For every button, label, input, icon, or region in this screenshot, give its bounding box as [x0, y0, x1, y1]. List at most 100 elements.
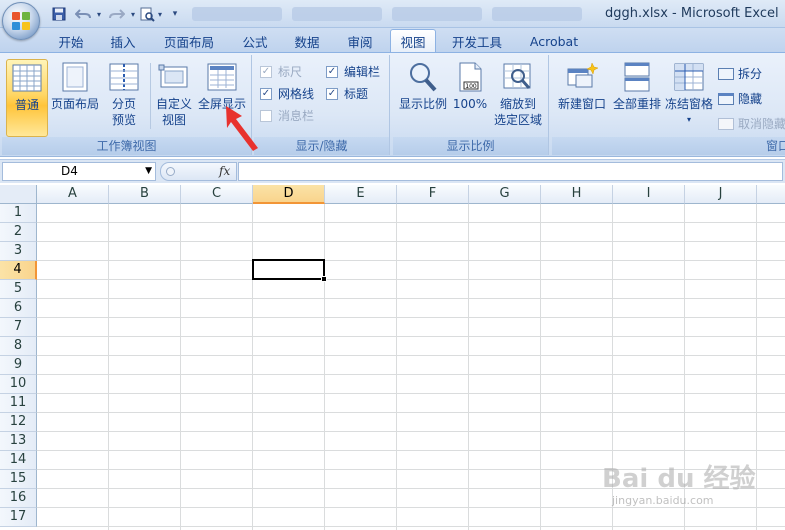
gridline-horizontal: [37, 355, 785, 356]
row-header-5[interactable]: 5: [0, 280, 37, 299]
customize-qat-icon[interactable]: ▾: [170, 5, 180, 23]
name-box[interactable]: D4 ▼: [2, 162, 156, 181]
new-window-button[interactable]: 新建窗口: [554, 59, 610, 137]
message-bar-label: 消息栏: [278, 109, 315, 123]
tab-insert[interactable]: 插入: [102, 31, 144, 52]
column-header-f[interactable]: F: [397, 185, 469, 204]
row-header-3[interactable]: 3: [0, 242, 37, 261]
column-header-h[interactable]: H: [541, 185, 613, 204]
redo-icon[interactable]: [106, 5, 128, 23]
row-header-12[interactable]: 12: [0, 413, 37, 432]
insert-function-icon[interactable]: fx: [219, 164, 230, 178]
undo-dropdown-icon[interactable]: ▾: [94, 5, 104, 23]
arrange-all-button[interactable]: 全部重排: [610, 59, 664, 137]
expand-circle-icon[interactable]: [166, 167, 175, 176]
tab-data[interactable]: 数据: [286, 31, 328, 52]
message-bar-checkbox[interactable]: 消息栏: [260, 107, 314, 124]
page-layout-icon: [59, 61, 91, 93]
gridline-horizontal: [37, 412, 785, 413]
gridline-horizontal: [37, 336, 785, 337]
row-header-2[interactable]: 2: [0, 223, 37, 242]
row-header-14[interactable]: 14: [0, 451, 37, 470]
select-all-corner[interactable]: [0, 185, 37, 204]
save-icon[interactable]: [50, 5, 68, 23]
formula-input[interactable]: [238, 162, 783, 181]
unhide-icon: [718, 117, 734, 130]
row-header-11[interactable]: 11: [0, 394, 37, 413]
row-header-7[interactable]: 7: [0, 318, 37, 337]
freeze-panes-label: 冻结窗格: [664, 97, 713, 111]
zoom-selection-label-2: 选定区域: [493, 113, 542, 127]
blurred-taskbar-item: [292, 7, 382, 21]
split-button[interactable]: 拆分: [718, 65, 762, 82]
tab-home[interactable]: 开始: [50, 31, 92, 52]
watermark: Bai du 经验: [602, 464, 756, 494]
row-header-15[interactable]: 15: [0, 470, 37, 489]
freeze-panes-button[interactable]: 冻结窗格 ▾: [664, 59, 714, 137]
column-header-d[interactable]: D: [253, 185, 325, 204]
row-header-10[interactable]: 10: [0, 375, 37, 394]
tab-review[interactable]: 审阅: [338, 31, 382, 52]
undo-icon[interactable]: [72, 5, 94, 23]
column-header-i[interactable]: I: [613, 185, 685, 204]
page-break-preview-button[interactable]: 分页 预览: [102, 59, 146, 137]
gridlines-check-icon: ✓: [260, 87, 272, 100]
row-header-9[interactable]: 9: [0, 356, 37, 375]
blurred-taskbar-item: [192, 7, 282, 21]
tab-view[interactable]: 视图: [390, 29, 436, 53]
tab-formulas[interactable]: 公式: [234, 31, 276, 52]
preview-dropdown-icon[interactable]: ▾: [156, 5, 164, 23]
name-box-dropdown-icon[interactable]: ▼: [145, 163, 152, 180]
full-screen-icon: [206, 61, 238, 93]
unhide-window-button[interactable]: 取消隐藏: [718, 115, 785, 132]
column-header-a[interactable]: A: [37, 185, 109, 204]
freeze-panes-dropdown-icon[interactable]: ▾: [687, 112, 691, 128]
office-logo-icon: [12, 12, 30, 30]
formula-bar-controls: fx: [160, 162, 237, 181]
zoom-100-button[interactable]: 100 100%: [451, 59, 489, 137]
print-preview-icon[interactable]: [138, 5, 156, 23]
ruler-checkbox[interactable]: ✓ 标尺: [260, 63, 302, 80]
column-header-j[interactable]: J: [685, 185, 757, 204]
tab-acrobat[interactable]: Acrobat: [522, 31, 586, 52]
column-header-e[interactable]: E: [325, 185, 397, 204]
column-header-partial[interactable]: [757, 185, 785, 204]
tab-page-layout[interactable]: 页面布局: [158, 31, 220, 52]
active-cell[interactable]: [252, 259, 325, 280]
row-header-13[interactable]: 13: [0, 432, 37, 451]
tab-developer[interactable]: 开发工具: [446, 31, 508, 52]
ribbon: 普通 页面布局 分页 预览 自定义 视图 全屏显示 工作簿视图 ✓ 标尺 ✓ 网…: [0, 52, 785, 157]
row-header-1[interactable]: 1: [0, 204, 37, 223]
page-layout-view-button[interactable]: 页面布局: [50, 59, 100, 137]
row-header-4[interactable]: 4: [0, 261, 37, 280]
gridlines-checkbox[interactable]: ✓ 网格线: [260, 85, 314, 102]
column-header-b[interactable]: B: [109, 185, 181, 204]
ribbon-tab-bar: 开始 插入 页面布局 公式 数据 审阅 视图 开发工具 Acrobat: [0, 28, 785, 53]
row-header-17[interactable]: 17: [0, 508, 37, 527]
gridline-horizontal: [37, 393, 785, 394]
formula-bar-checkbox[interactable]: ✓ 编辑栏: [326, 63, 380, 80]
gridline-horizontal: [37, 374, 785, 375]
freeze-panes-icon: [673, 61, 705, 93]
gridline-horizontal: [37, 450, 785, 451]
custom-views-button[interactable]: 自定义 视图: [152, 59, 196, 137]
zoom-button[interactable]: 显示比例: [397, 59, 449, 137]
office-button[interactable]: [2, 2, 40, 40]
row-header-8[interactable]: 8: [0, 337, 37, 356]
redo-dropdown-icon[interactable]: ▾: [128, 5, 138, 23]
row-header-6[interactable]: 6: [0, 299, 37, 318]
headings-check-icon: ✓: [326, 87, 338, 100]
gridline-vertical: [540, 204, 541, 530]
gridline-horizontal: [37, 260, 785, 261]
fill-handle[interactable]: [321, 276, 327, 282]
zoom-100-label: 100%: [452, 97, 488, 111]
zoom-to-selection-button[interactable]: 缩放到 选定区域: [491, 59, 545, 137]
row-header-16[interactable]: 16: [0, 489, 37, 508]
column-header-c[interactable]: C: [181, 185, 253, 204]
headings-checkbox[interactable]: ✓ 标题: [326, 85, 368, 102]
window-title: dggh.xlsx - Microsoft Excel: [605, 6, 779, 21]
hide-window-button[interactable]: 隐藏: [718, 90, 762, 107]
custom-views-icon: [158, 61, 190, 93]
column-header-g[interactable]: G: [469, 185, 541, 204]
normal-view-button[interactable]: 普通: [6, 59, 48, 137]
